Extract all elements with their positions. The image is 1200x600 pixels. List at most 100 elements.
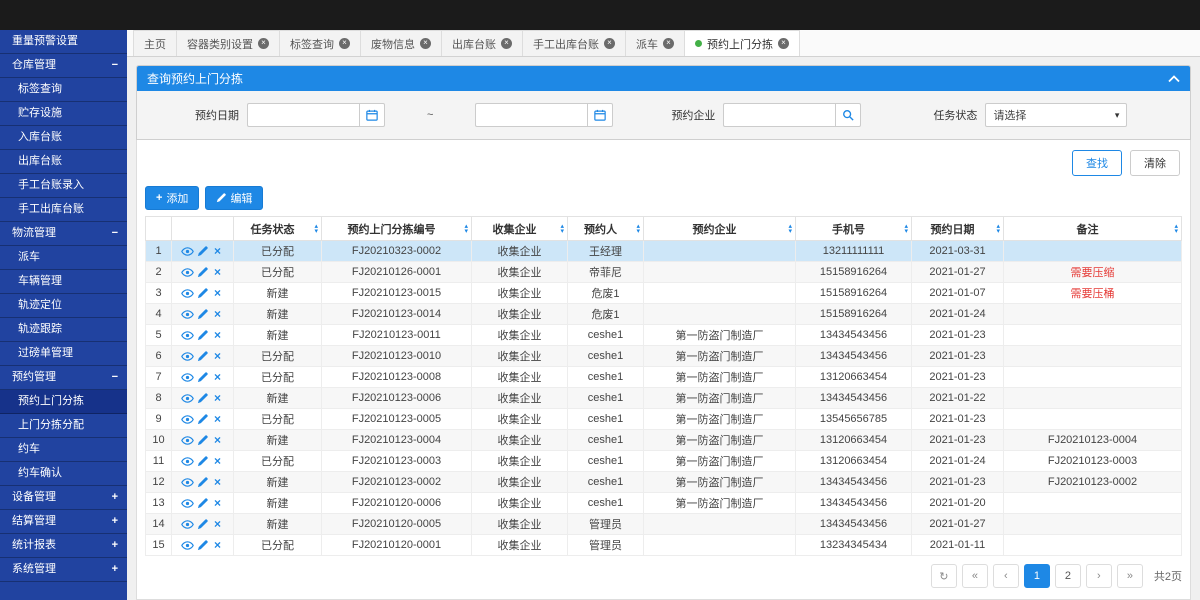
sort-icon[interactable]: ▴▾	[1174, 224, 1178, 234]
view-icon[interactable]	[180, 246, 195, 257]
tab-item[interactable]: 派车×	[625, 30, 685, 56]
view-icon[interactable]	[180, 477, 195, 488]
collapse-icon[interactable]: −	[112, 54, 118, 77]
expand-icon[interactable]: +	[112, 534, 118, 557]
column-header[interactable]: 收集企业▴▾	[472, 217, 568, 241]
edit-icon[interactable]	[195, 267, 210, 278]
last-page-button[interactable]: »	[1117, 564, 1143, 588]
table-row[interactable]: 5×新建FJ20210123-0011收集企业ceshe1第一防盗门制造厂134…	[146, 325, 1182, 346]
edit-icon[interactable]	[195, 519, 210, 530]
close-icon[interactable]: ×	[604, 38, 615, 49]
view-icon[interactable]	[180, 540, 195, 551]
sort-icon[interactable]: ▴▾	[560, 224, 564, 234]
sort-icon[interactable]: ▴▾	[636, 224, 640, 234]
sidebar-item[interactable]: 约车	[0, 438, 127, 462]
table-row[interactable]: 10×新建FJ20210123-0004收集企业ceshe1第一防盗门制造厂13…	[146, 430, 1182, 451]
sort-icon[interactable]: ▴▾	[996, 224, 1000, 234]
next-page-button[interactable]: ›	[1086, 564, 1112, 588]
sidebar-item[interactable]: 过磅单管理	[0, 342, 127, 366]
page-button[interactable]: 1	[1024, 564, 1050, 588]
view-icon[interactable]	[180, 456, 195, 467]
column-header[interactable]: 手机号▴▾	[796, 217, 912, 241]
sort-icon[interactable]: ▴▾	[464, 224, 468, 234]
delete-icon[interactable]: ×	[210, 328, 225, 342]
page-button[interactable]: 2	[1055, 564, 1081, 588]
view-icon[interactable]	[180, 288, 195, 299]
table-row[interactable]: 2×已分配FJ20210126-0001收集企业帝菲尼1515891626420…	[146, 262, 1182, 283]
sidebar-group[interactable]: 系统管理+	[0, 558, 127, 582]
view-icon[interactable]	[180, 309, 195, 320]
delete-icon[interactable]: ×	[210, 517, 225, 531]
tab-item[interactable]: 出库台账×	[441, 30, 523, 56]
clear-button[interactable]: 清除	[1130, 150, 1180, 176]
delete-icon[interactable]: ×	[210, 538, 225, 552]
edit-icon[interactable]	[195, 309, 210, 320]
table-row[interactable]: 1×已分配FJ20210323-0002收集企业王经理1321111111120…	[146, 241, 1182, 262]
sidebar-group[interactable]: 设备管理+	[0, 486, 127, 510]
sidebar-item[interactable]: 派车	[0, 246, 127, 270]
sidebar-item[interactable]: 重量预警设置	[0, 30, 127, 54]
date-from-calendar-button[interactable]	[359, 103, 385, 127]
column-header[interactable]: 任务状态▴▾	[234, 217, 322, 241]
date-to-input[interactable]	[475, 103, 587, 127]
view-icon[interactable]	[180, 330, 195, 341]
sort-icon[interactable]: ▴▾	[314, 224, 318, 234]
edit-icon[interactable]	[195, 435, 210, 446]
view-icon[interactable]	[180, 519, 195, 530]
prev-page-button[interactable]: ‹	[993, 564, 1019, 588]
edit-icon[interactable]	[195, 330, 210, 341]
sidebar-group[interactable]: 物流管理−	[0, 222, 127, 246]
collapse-icon[interactable]: −	[112, 366, 118, 389]
table-row[interactable]: 11×已分配FJ20210123-0003收集企业ceshe1第一防盗门制造厂1…	[146, 451, 1182, 472]
expand-icon[interactable]: +	[112, 486, 118, 509]
refresh-button[interactable]: ↻	[931, 564, 957, 588]
sidebar-group[interactable]: 仓库管理−	[0, 54, 127, 78]
table-row[interactable]: 14×新建FJ20210120-0005收集企业管理员1343454345620…	[146, 514, 1182, 535]
edit-icon[interactable]	[195, 540, 210, 551]
edit-icon[interactable]	[195, 393, 210, 404]
view-icon[interactable]	[180, 435, 195, 446]
sidebar-item[interactable]: 手工台账录入	[0, 174, 127, 198]
add-button[interactable]: + 添加	[145, 186, 199, 210]
sidebar-item[interactable]: 轨迹定位	[0, 294, 127, 318]
tab-item[interactable]: 废物信息×	[360, 30, 442, 56]
sidebar-group[interactable]: 预约管理−	[0, 366, 127, 390]
close-icon[interactable]: ×	[778, 38, 789, 49]
sidebar-item[interactable]: 标签查询	[0, 78, 127, 102]
search-panel-header[interactable]: 查询预约上门分拣	[137, 66, 1190, 91]
tab-item[interactable]: 主页	[133, 30, 177, 56]
table-row[interactable]: 13×新建FJ20210120-0006收集企业ceshe1第一防盗门制造厂13…	[146, 493, 1182, 514]
table-row[interactable]: 12×新建FJ20210123-0002收集企业ceshe1第一防盗门制造厂13…	[146, 472, 1182, 493]
table-row[interactable]: 6×已分配FJ20210123-0010收集企业ceshe1第一防盗门制造厂13…	[146, 346, 1182, 367]
edit-icon[interactable]	[195, 288, 210, 299]
delete-icon[interactable]: ×	[210, 475, 225, 489]
edit-icon[interactable]	[195, 414, 210, 425]
sidebar-item[interactable]: 约车确认	[0, 462, 127, 486]
column-header[interactable]: 预约日期▴▾	[912, 217, 1004, 241]
company-search-button[interactable]	[835, 103, 861, 127]
delete-icon[interactable]: ×	[210, 433, 225, 447]
view-icon[interactable]	[180, 414, 195, 425]
first-page-button[interactable]: «	[962, 564, 988, 588]
table-row[interactable]: 3×新建FJ20210123-0015收集企业危废115158916264202…	[146, 283, 1182, 304]
sort-icon[interactable]: ▴▾	[904, 224, 908, 234]
close-icon[interactable]: ×	[339, 38, 350, 49]
delete-icon[interactable]: ×	[210, 454, 225, 468]
close-icon[interactable]: ×	[501, 38, 512, 49]
column-header[interactable]: 预约上门分拣编号▴▾	[322, 217, 472, 241]
column-header[interactable]: 预约人▴▾	[568, 217, 644, 241]
close-icon[interactable]: ×	[258, 38, 269, 49]
delete-icon[interactable]: ×	[210, 349, 225, 363]
sidebar-item[interactable]: 轨迹跟踪	[0, 318, 127, 342]
view-icon[interactable]	[180, 267, 195, 278]
table-row[interactable]: 8×新建FJ20210123-0006收集企业ceshe1第一防盗门制造厂134…	[146, 388, 1182, 409]
tab-item[interactable]: 容器类别设置×	[176, 30, 280, 56]
view-icon[interactable]	[180, 351, 195, 362]
tab-item[interactable]: 标签查询×	[279, 30, 361, 56]
edit-icon[interactable]	[195, 477, 210, 488]
view-icon[interactable]	[180, 393, 195, 404]
edit-icon[interactable]	[195, 351, 210, 362]
view-icon[interactable]	[180, 498, 195, 509]
sidebar-item[interactable]: 预约上门分拣	[0, 390, 127, 414]
delete-icon[interactable]: ×	[210, 496, 225, 510]
